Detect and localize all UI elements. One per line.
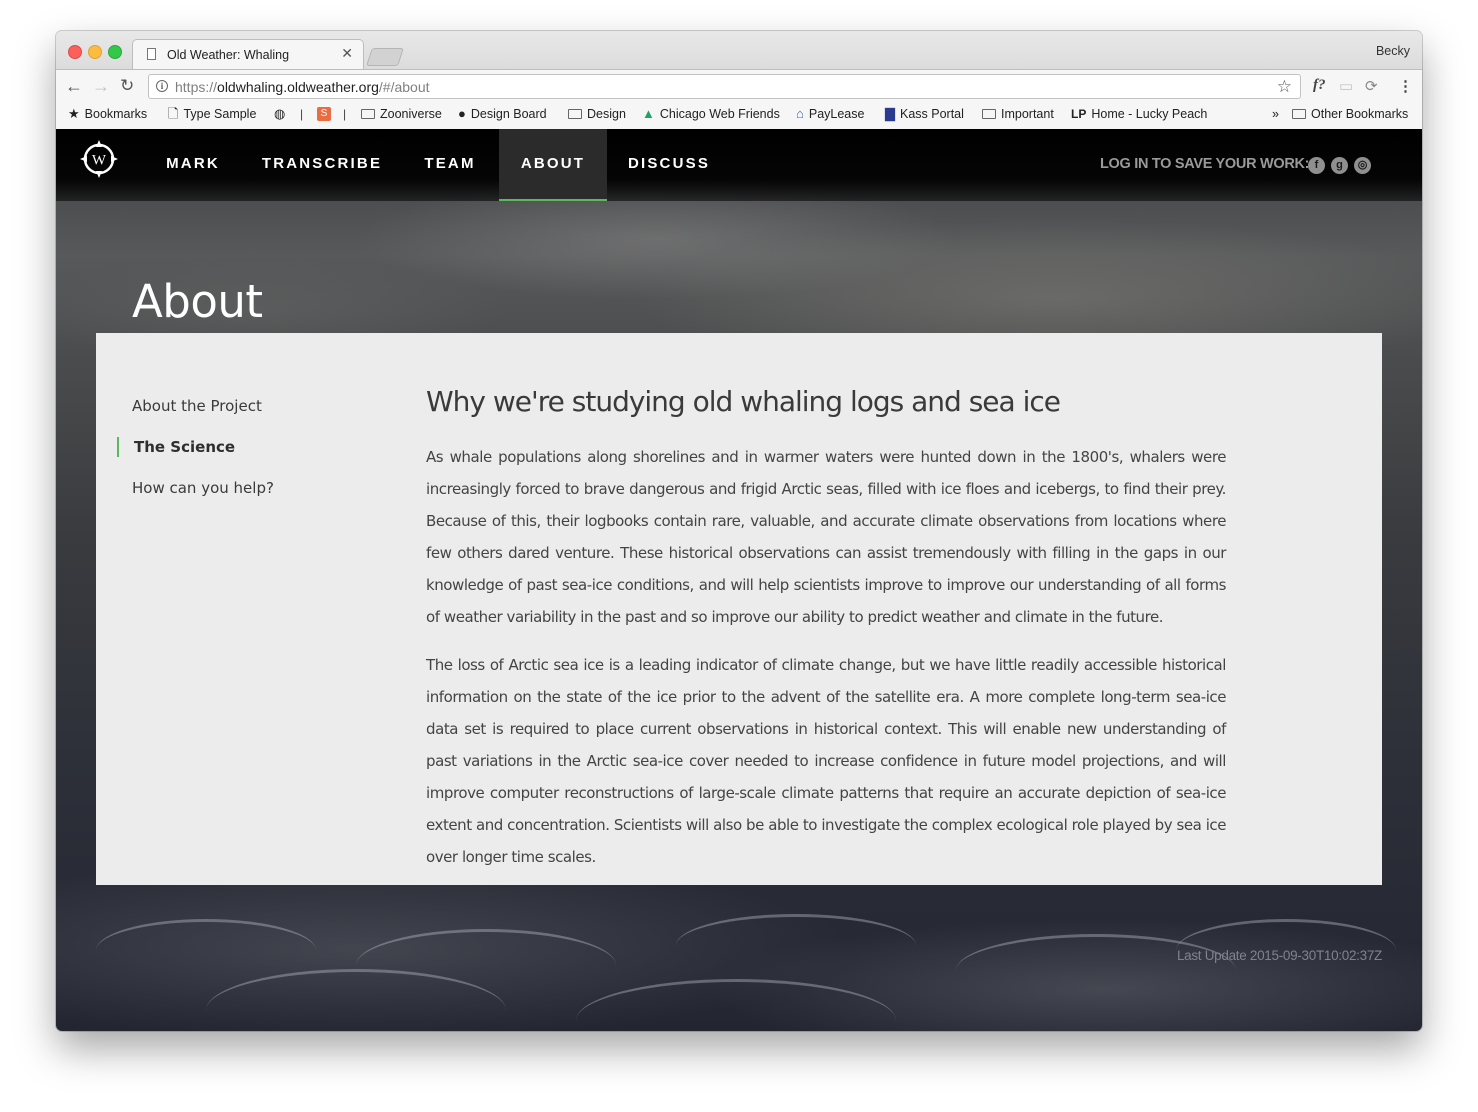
article-paragraph: The loss of Arctic sea ice is a leading … xyxy=(426,656,1226,866)
sync-extension-icon[interactable]: ⟳ xyxy=(1365,77,1378,95)
article-title: Why we're studying old whaling logs and … xyxy=(426,385,1061,418)
bookmark-item[interactable]: ★ Bookmarks xyxy=(68,106,148,122)
tab-title: Old Weather: Whaling xyxy=(167,48,290,62)
bookmark-item[interactable]: ▲ Chicago Web Friends xyxy=(642,106,780,122)
bookmark-label: Kass Portal xyxy=(900,107,964,121)
sidebar-item-the-science[interactable]: The Science xyxy=(134,438,235,456)
url-host: oldwhaling.oldweather.org xyxy=(217,79,379,95)
browser-toolbar: ← → ↻ i https://oldwhaling.oldweather.or… xyxy=(56,69,1422,104)
new-tab-button[interactable] xyxy=(366,48,404,66)
bookmark-label: Chicago Web Friends xyxy=(659,107,780,121)
bookmark-star-icon[interactable]: ☆ xyxy=(1277,77,1292,97)
font-extension-icon[interactable]: f? xyxy=(1313,77,1326,94)
bookmark-item[interactable]: ▇ Kass Portal xyxy=(885,106,964,122)
house-icon: ⌂ xyxy=(796,106,804,121)
browser-tab[interactable]: Old Weather: Whaling ✕ xyxy=(132,39,364,69)
content-card: About the Project The Science How can yo… xyxy=(96,333,1382,885)
nav-discuss[interactable]: DISCUSS xyxy=(616,129,722,201)
close-tab-icon[interactable]: ✕ xyxy=(341,45,353,62)
profile-name[interactable]: Becky xyxy=(1376,44,1410,58)
active-indicator xyxy=(117,437,119,457)
menu-kebab-icon[interactable]: ⋮ xyxy=(1398,77,1413,95)
url-path: /#/about xyxy=(378,79,430,95)
page-icon xyxy=(147,48,156,60)
site-navigation: W MARK TRANSCRIBE TEAM ABOUT DISCUSS LOG… xyxy=(56,129,1422,201)
info-icon[interactable]: i xyxy=(156,80,168,92)
bookmark-item[interactable]: ◍ xyxy=(274,107,290,121)
folder-icon xyxy=(361,109,375,119)
wave-decoration xyxy=(676,914,916,977)
bookmark-label: Important xyxy=(1001,107,1054,121)
bookmarks-bar: ★ Bookmarks 🗋 Type Sample ◍ | S | Zooniver… xyxy=(56,103,1422,130)
address-bar[interactable]: i https://oldwhaling.oldweather.org/#/ab… xyxy=(148,74,1301,99)
back-arrow-icon[interactable]: ← xyxy=(65,76,83,96)
bookmark-label: PayLease xyxy=(808,107,865,121)
bookmark-label: Design Board xyxy=(470,107,547,121)
article-paragraph: As whale populations along shorelines an… xyxy=(426,448,1226,626)
wave-decoration xyxy=(96,919,316,982)
window-minimize-button[interactable] xyxy=(88,45,102,59)
nav-transcribe[interactable]: TRANSCRIBE xyxy=(252,129,392,201)
last-update-timestamp: Last Update 2015-09-30T10:02:37Z xyxy=(1176,948,1382,963)
bookmark-label: Other Bookmarks xyxy=(1311,107,1409,121)
login-prompt: LOG IN TO SAVE YOUR WORK: xyxy=(1100,156,1310,172)
bookmark-item[interactable]: Zooniverse xyxy=(361,107,442,121)
bookmarks-overflow-button[interactable]: » xyxy=(1272,107,1279,121)
title-bar: Old Weather: Whaling ✕ Becky xyxy=(56,31,1422,69)
bookmark-item[interactable]: ● Design Board xyxy=(458,106,547,122)
window-maximize-button[interactable] xyxy=(108,45,122,59)
bookmark-label: Design xyxy=(587,107,626,121)
lp-icon: LP xyxy=(1071,107,1087,121)
nav-mark[interactable]: MARK xyxy=(148,129,238,201)
bookmark-separator: | xyxy=(300,107,304,121)
bookmark-item[interactable]: 🗋 Type Sample xyxy=(168,106,257,122)
other-bookmarks-folder[interactable]: Other Bookmarks xyxy=(1292,107,1408,121)
dribbble-icon: ◍ xyxy=(274,106,286,121)
bookmark-separator: | xyxy=(343,107,347,121)
cast-icon[interactable]: ▭ xyxy=(1339,77,1353,95)
folder-icon xyxy=(1292,109,1306,119)
nav-about[interactable]: ABOUT xyxy=(499,129,607,201)
facebook-icon[interactable]: f xyxy=(1308,157,1325,174)
window-close-button[interactable] xyxy=(68,45,82,59)
bookmark-item[interactable]: ⌂ PayLease xyxy=(796,106,865,122)
s-app-icon: S xyxy=(317,107,331,121)
sidebar-item-how-can-you-help[interactable]: How can you help? xyxy=(132,479,274,497)
folder-icon xyxy=(568,109,582,119)
reload-icon[interactable]: ↻ xyxy=(120,76,134,96)
google-icon[interactable]: g xyxy=(1331,157,1348,174)
drive-icon: ▲ xyxy=(642,106,655,121)
bookmark-label: Zooniverse xyxy=(380,107,442,121)
old-weather-compass-logo[interactable]: W xyxy=(79,139,119,179)
bookmark-label: Type Sample xyxy=(183,107,257,121)
forward-arrow-icon[interactable]: → xyxy=(92,76,110,96)
bookmark-item[interactable]: S xyxy=(317,107,336,121)
bookmark-item[interactable]: Important xyxy=(982,107,1054,121)
web-page: W MARK TRANSCRIBE TEAM ABOUT DISCUSS LOG… xyxy=(56,129,1422,1031)
bookmark-label: Home - Lucky Peach xyxy=(1091,107,1208,121)
building-icon: ▇ xyxy=(885,106,895,121)
url-scheme: https:// xyxy=(175,79,218,95)
page-icon: 🗋 xyxy=(168,106,179,121)
nav-team[interactable]: TEAM xyxy=(408,129,492,201)
wave-decoration xyxy=(576,979,896,1031)
bookmark-label: Bookmarks xyxy=(84,107,148,121)
zooniverse-icon[interactable]: ◎ xyxy=(1354,157,1371,174)
logo-letter: W xyxy=(92,153,107,169)
url-text[interactable]: https://oldwhaling.oldweather.org/#/abou… xyxy=(175,79,430,95)
page-title: About xyxy=(132,275,263,328)
sidebar-item-about-the-project[interactable]: About the Project xyxy=(132,397,262,415)
folder-icon xyxy=(982,109,996,119)
browser-window: Old Weather: Whaling ✕ Becky ← → ↻ i htt… xyxy=(56,31,1422,1031)
bookmark-item[interactable]: Design xyxy=(568,107,626,121)
star-icon: ★ xyxy=(68,106,80,121)
github-icon: ● xyxy=(458,106,466,121)
bookmark-item[interactable]: LP Home - Lucky Peach xyxy=(1071,107,1207,121)
